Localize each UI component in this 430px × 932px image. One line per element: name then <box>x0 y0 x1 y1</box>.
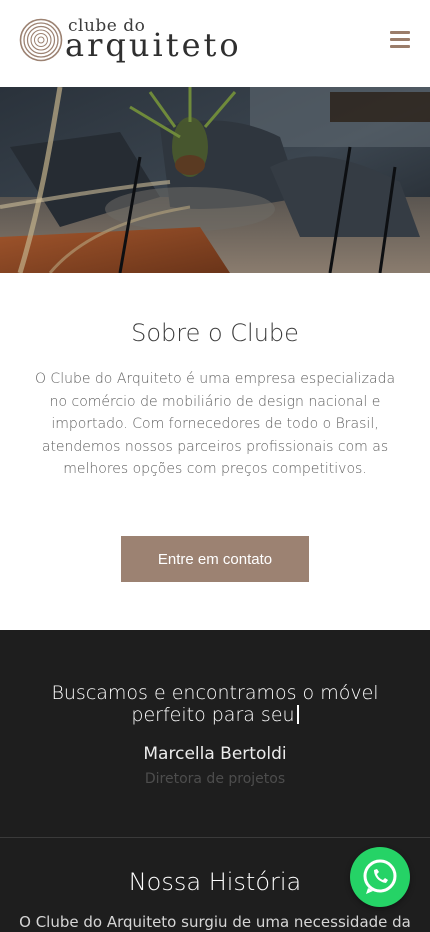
whatsapp-button[interactable] <box>350 847 410 907</box>
hamburger-menu-icon[interactable] <box>390 31 410 49</box>
hero-image <box>0 87 430 273</box>
about-section: Sobre o Clube O Clube do Arquiteto é uma… <box>0 273 430 630</box>
about-title: Sobre o Clube <box>131 319 299 347</box>
about-text: O Clube do Arquiteto é uma empresa espec… <box>34 371 396 477</box>
whatsapp-icon <box>363 859 397 894</box>
history-text: O Clube do Arquiteto surgiu de uma neces… <box>19 913 411 931</box>
logo-text-main: arquiteto <box>65 26 242 64</box>
interior-lounge-chairs-photo <box>0 87 430 273</box>
logo-rings-icon <box>19 18 63 62</box>
site-header: clube do arquiteto <box>0 0 430 87</box>
testimonial-author: Marcella Bertoldi <box>143 744 287 764</box>
typing-caret <box>296 705 299 724</box>
testimonial-headline-text: Buscamos e encontramos o móvel perfeito … <box>51 682 379 726</box>
contact-button[interactable]: Entre em contato <box>121 536 309 582</box>
testimonial-role: Diretora de projetos <box>144 771 286 787</box>
testimonial-section: Buscamos e encontramos o móvel perfeito … <box>0 630 430 838</box>
testimonial-headline: Buscamos e encontramos o móvel perfeito … <box>20 682 410 726</box>
